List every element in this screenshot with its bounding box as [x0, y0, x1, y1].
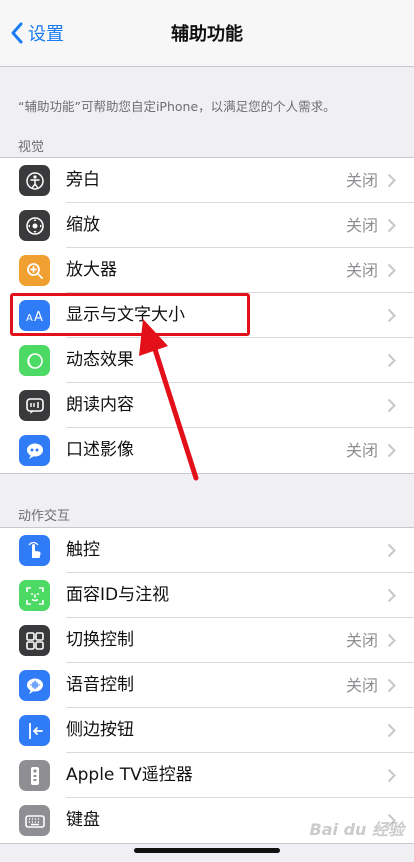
keyboard-icon — [19, 805, 50, 836]
spoken-content-label: 朗读内容 — [66, 395, 134, 415]
list-item-audio-descriptions[interactable]: 口述影像 关闭 — [0, 428, 414, 473]
chevron-right-icon — [387, 218, 396, 233]
section-header-interaction: 动作交互 — [18, 509, 71, 524]
list-item-switch-control[interactable]: 切换控制 关闭 — [0, 618, 414, 663]
chevron-right-icon — [387, 398, 396, 413]
home-indicator[interactable] — [134, 848, 280, 853]
spoken-content-icon — [19, 390, 50, 421]
list-item-face-id-attention[interactable]: 面容ID与注视 — [0, 573, 414, 618]
voice-control-icon — [19, 670, 50, 701]
section-header-vision: 视觉 — [18, 140, 45, 155]
audio-description-icon — [19, 435, 50, 466]
page-title: 辅助功能 — [171, 24, 243, 45]
navigation-bar: 设置 辅助功能 — [0, 0, 414, 67]
list-item-apple-tv-remote[interactable]: Apple TV遥控器 — [0, 753, 414, 798]
chevron-right-icon — [387, 723, 396, 738]
zoom-label: 缩放 — [66, 215, 100, 235]
chevron-right-icon — [387, 443, 396, 458]
magnifier-value: 关闭 — [345, 261, 378, 280]
zoom-icon — [19, 210, 50, 241]
list-item-display-text-size[interactable]: AA 显示与文字大小 — [0, 293, 414, 338]
voice-control-label: 语音控制 — [66, 675, 134, 695]
svg-text:A: A — [34, 310, 43, 325]
chevron-right-icon — [387, 173, 396, 188]
voice-control-value: 关闭 — [345, 676, 378, 695]
voiceover-label: 旁白 — [66, 170, 100, 190]
voiceover-icon — [19, 165, 50, 196]
list-item-voice-control[interactable]: 语音控制 关闭 — [0, 663, 414, 708]
list-item-spoken-content[interactable]: 朗读内容 — [0, 383, 414, 428]
list-item-voiceover[interactable]: 旁白 关闭 — [0, 158, 414, 203]
voiceover-value: 关闭 — [345, 171, 378, 190]
svg-text:A: A — [26, 313, 33, 324]
list-item-motion[interactable]: 动态效果 — [0, 338, 414, 383]
chevron-right-icon — [387, 543, 396, 558]
face-id-attention-label: 面容ID与注视 — [66, 585, 170, 605]
side-button-icon — [19, 715, 50, 746]
chevron-right-icon — [387, 678, 396, 693]
touch-label: 触控 — [66, 540, 100, 560]
switch-control-value: 关闭 — [345, 631, 378, 650]
audio-descriptions-value: 关闭 — [345, 441, 378, 460]
settings-group-vision: 旁白 关闭 缩放 关闭 放大器 关闭 AA 显示与文字大小 动态效果 朗读内容 … — [0, 157, 414, 474]
zoom-value: 关闭 — [345, 216, 378, 235]
display-text-size-label: 显示与文字大小 — [66, 305, 185, 325]
list-item-magnifier[interactable]: 放大器 关闭 — [0, 248, 414, 293]
chevron-right-icon — [387, 353, 396, 368]
magnifier-label: 放大器 — [66, 260, 117, 280]
chevron-right-icon — [387, 633, 396, 648]
list-item-zoom[interactable]: 缩放 关闭 — [0, 203, 414, 248]
apple-tv-remote-icon — [19, 760, 50, 791]
keyboard-label: 键盘 — [66, 810, 100, 830]
chevron-right-icon — [387, 588, 396, 603]
audio-descriptions-label: 口述影像 — [66, 440, 134, 460]
switch-control-icon — [19, 625, 50, 656]
list-item-side-button[interactable]: 侧边按钮 — [0, 708, 414, 753]
text-size-icon: AA — [19, 300, 50, 331]
face-id-icon — [19, 580, 50, 611]
chevron-right-icon — [387, 308, 396, 323]
chevron-right-icon — [387, 768, 396, 783]
apple-tv-remote-label: Apple TV遥控器 — [66, 765, 193, 785]
switch-control-label: 切换控制 — [66, 630, 134, 650]
settings-group-interaction: 触控 面容ID与注视 切换控制 关闭 语音控制 关闭 侧边按钮 Apple TV… — [0, 527, 414, 844]
description-text: “辅助功能”可帮助您自定iPhone，以满足您的个人需求。 — [18, 99, 336, 114]
watermark-logo: Bai du 经验 — [309, 820, 404, 839]
touch-icon — [19, 535, 50, 566]
motion-label: 动态效果 — [66, 350, 134, 370]
motion-icon — [19, 345, 50, 376]
chevron-right-icon — [387, 263, 396, 278]
list-item-touch[interactable]: 触控 — [0, 528, 414, 573]
magnifier-icon — [19, 255, 50, 286]
side-button-label: 侧边按钮 — [66, 720, 134, 740]
